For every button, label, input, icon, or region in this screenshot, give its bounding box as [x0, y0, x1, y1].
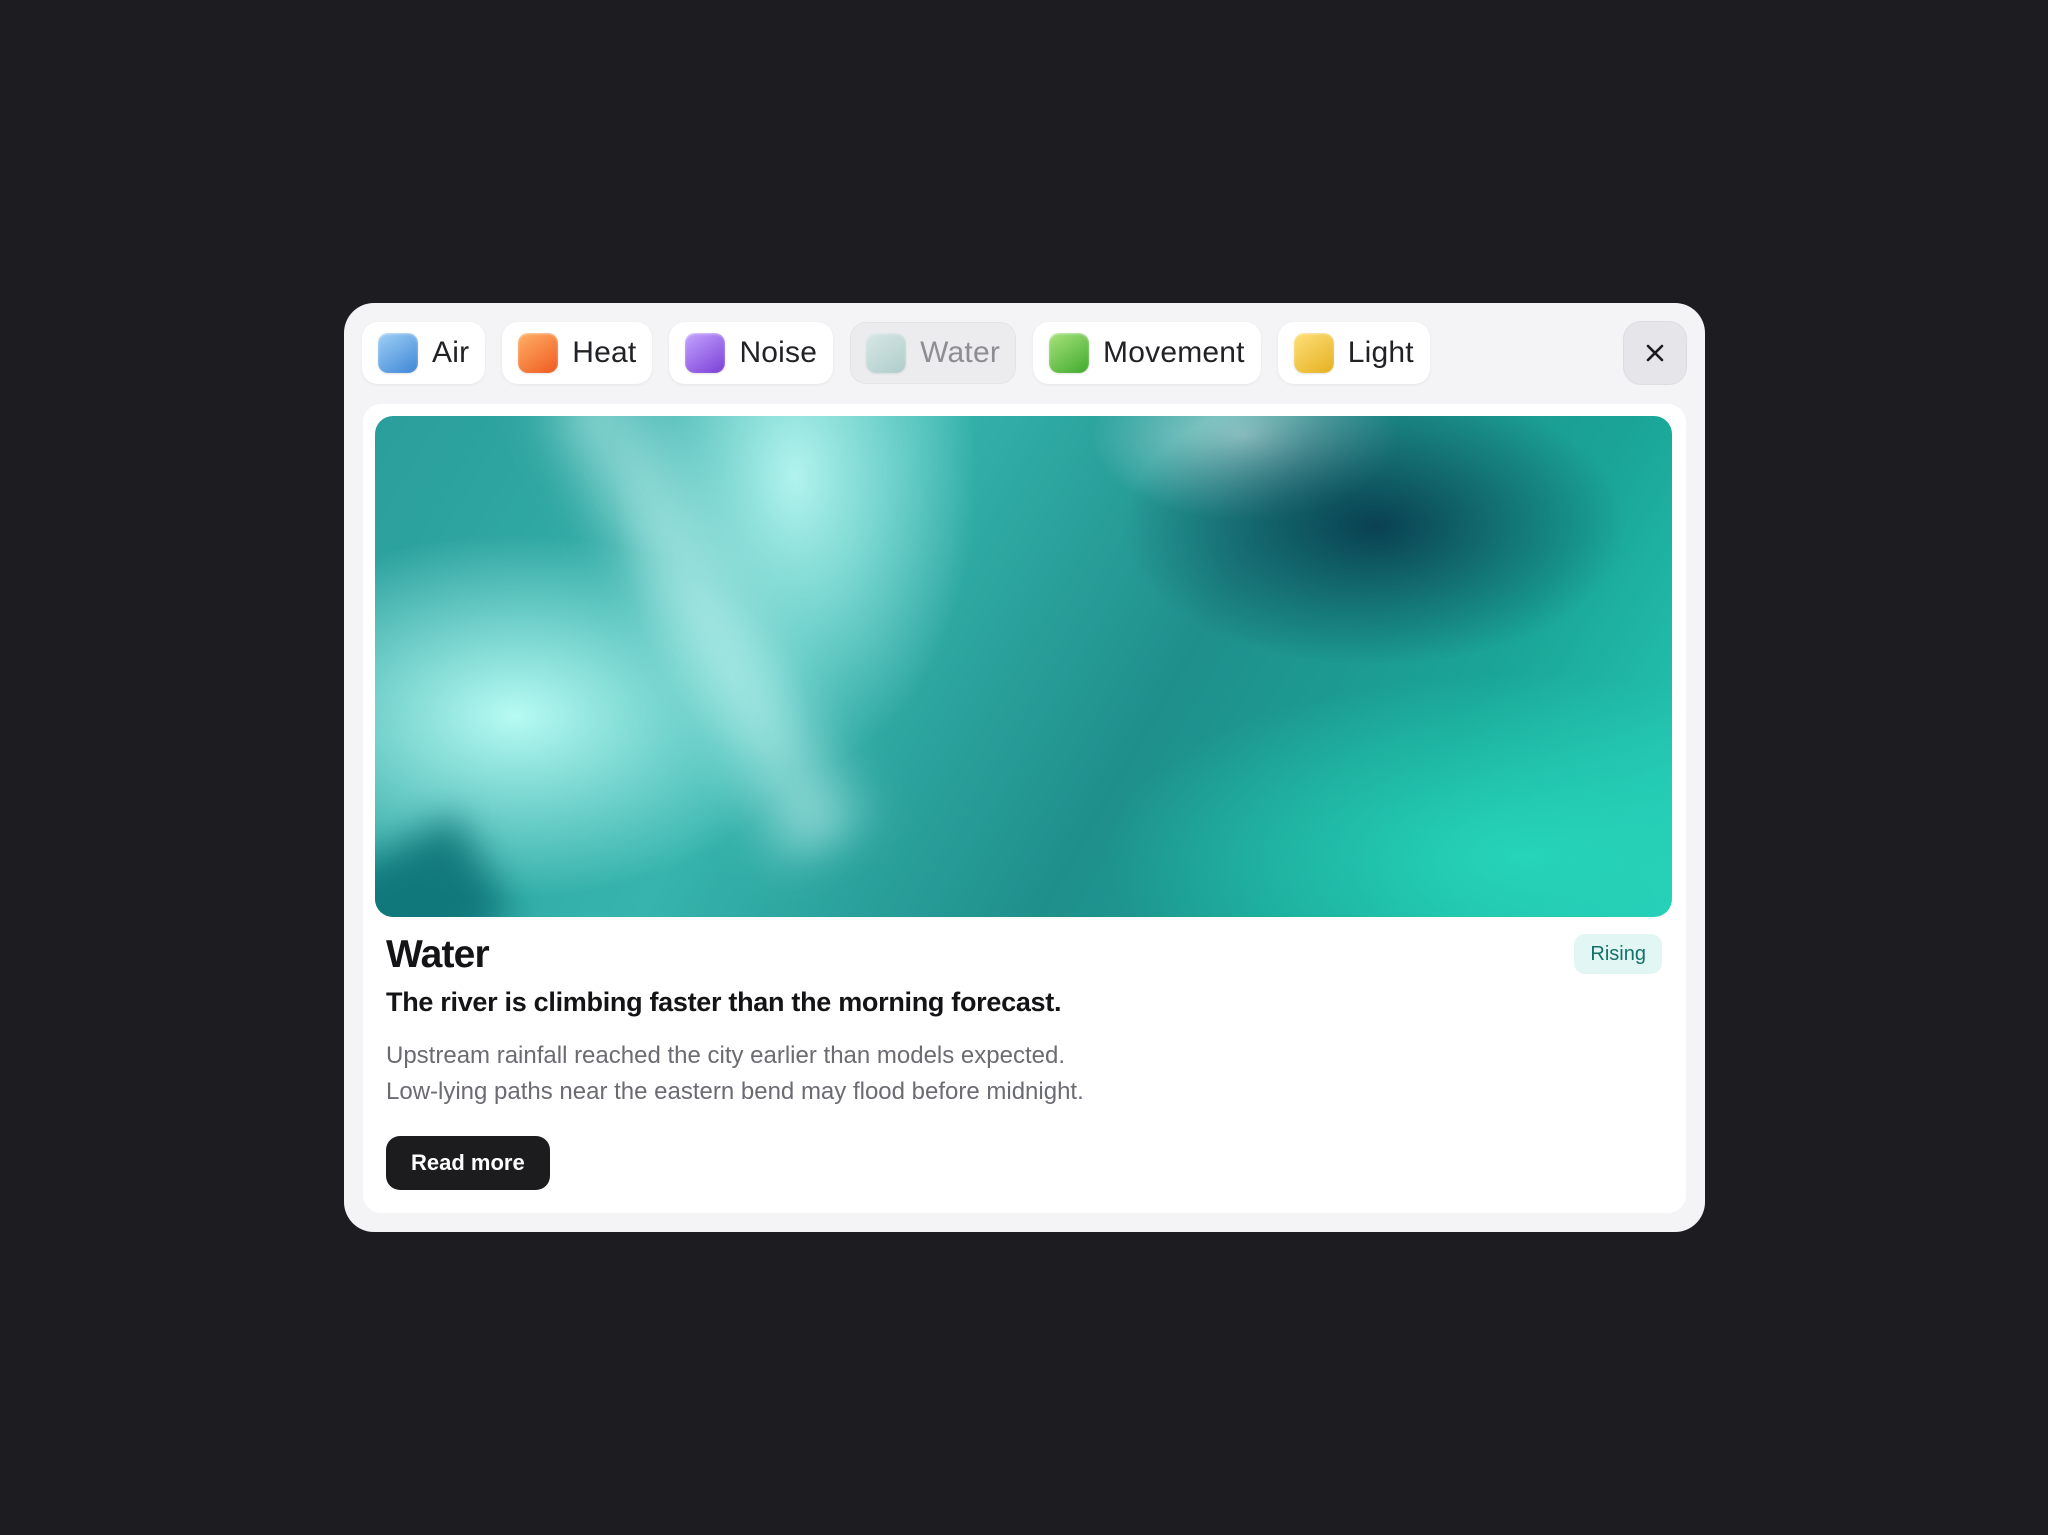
water-modal: Air Heat Noise Water Movement Light Wate…	[344, 303, 1705, 1232]
heat-swatch-icon	[518, 333, 559, 373]
tab-label: Movement	[1103, 336, 1245, 369]
tab-label: Noise	[739, 336, 818, 369]
close-icon	[1646, 344, 1664, 362]
category-tabs: Air Heat Noise Water Movement Light	[362, 322, 1430, 384]
tab-heat[interactable]: Heat	[502, 322, 653, 384]
hero-shadow	[375, 814, 515, 917]
tab-water[interactable]: Water	[850, 322, 1017, 384]
close-button[interactable]	[1623, 321, 1687, 385]
tab-label: Water	[920, 336, 1001, 369]
tab-label: Light	[1347, 336, 1414, 369]
tab-label: Heat	[572, 336, 637, 369]
water-swatch-icon	[866, 333, 907, 373]
tab-noise[interactable]: Noise	[669, 322, 834, 384]
air-swatch-icon	[378, 333, 418, 373]
tab-air[interactable]: Air	[362, 322, 486, 384]
noise-swatch-icon	[685, 333, 726, 373]
card-subtitle: The river is climbing faster than the mo…	[386, 987, 1062, 1017]
read-more-button[interactable]: Read more	[386, 1136, 550, 1190]
card-body: Upstream rainfall reached the city earli…	[386, 1038, 1084, 1110]
water-hero-image	[375, 416, 1672, 917]
movement-swatch-icon	[1049, 333, 1090, 373]
card-body-line: Low-lying paths near the eastern bend ma…	[386, 1078, 1084, 1105]
light-swatch-icon	[1293, 333, 1334, 373]
hero-highlight	[521, 416, 889, 879]
card-title: Water	[386, 933, 490, 976]
card-body-line: Upstream rainfall reached the city earli…	[386, 1042, 1066, 1069]
tab-label: Air	[432, 336, 470, 369]
info-card: Water Rising The river is climbing faste…	[363, 404, 1686, 1213]
tab-movement[interactable]: Movement	[1033, 322, 1261, 384]
tab-light[interactable]: Light	[1277, 322, 1430, 384]
status-badge: Rising	[1574, 934, 1662, 974]
